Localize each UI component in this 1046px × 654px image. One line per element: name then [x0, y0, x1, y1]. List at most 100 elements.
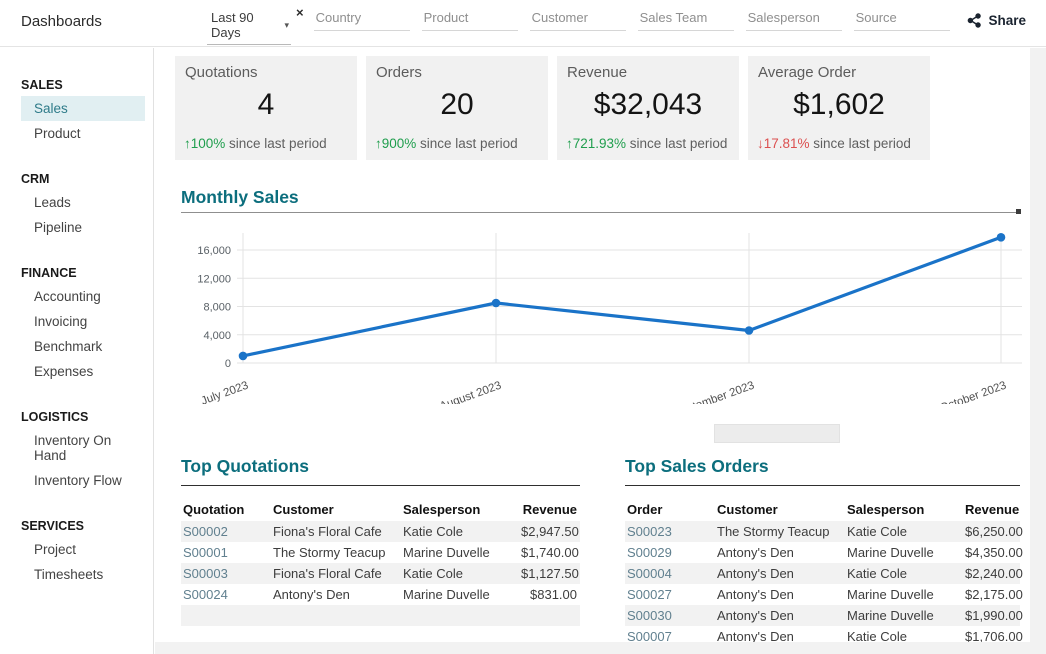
order-link[interactable]: S00027 [627, 584, 717, 605]
sidebar: SALESSalesProductCRMLeadsPipelineFINANCE… [0, 48, 154, 654]
column-header-customer: Customer [273, 499, 403, 521]
customer-cell: Antony's Den [717, 605, 847, 626]
kpi-card-revenue: Revenue$32,043↑721.93% since last period [557, 56, 739, 160]
kpi-delta: ↓17.81% since last period [757, 136, 911, 151]
kpi-delta: ↑900% since last period [375, 136, 518, 151]
kpi-card-quotations: Quotations4↑100% since last period [175, 56, 357, 160]
filters-bar: Last 90 Days ▾ × [207, 9, 962, 45]
salesperson-cell: Katie Cole [403, 563, 521, 584]
topbar: Dashboards Last 90 Days ▾ × Share [0, 0, 1046, 47]
filter-input-customer[interactable] [530, 9, 626, 31]
table-section-orders: Top Sales Orders OrderCustomerSalesperso… [625, 456, 1020, 647]
horizontal-scrollbar[interactable] [155, 642, 1030, 654]
customer-cell: The Stormy Teacup [273, 542, 403, 563]
order-link[interactable]: S00004 [627, 563, 717, 584]
order-link[interactable]: S00029 [627, 542, 717, 563]
chart-resize-handle[interactable] [1016, 209, 1021, 214]
filter-input-product[interactable] [422, 9, 518, 31]
table-row: S00023The Stormy TeacupKatie Cole$6,250.… [625, 521, 1020, 542]
table-header-row: QuotationCustomerSalespersonRevenue [181, 499, 580, 521]
table-row: S00027Antony's DenMarine Duvelle$2,175.0… [625, 584, 1020, 605]
chart-title-rule [181, 212, 1021, 213]
quotation-link[interactable]: S00001 [183, 542, 273, 563]
revenue-cell: $831.00 [521, 584, 580, 605]
sidebar-item-invoicing[interactable]: Invoicing [21, 309, 145, 334]
period-filter[interactable]: Last 90 Days ▾ [207, 9, 291, 45]
salesperson-cell: Marine Duvelle [403, 542, 521, 563]
sales-orders-table: OrderCustomerSalespersonRevenueS00023The… [625, 499, 1020, 647]
filter-input-sales-team[interactable] [638, 9, 734, 31]
chart-title: Monthly Sales [181, 187, 299, 208]
order-link[interactable]: S00023 [627, 521, 717, 542]
table-title-rule [181, 485, 580, 486]
revenue-cell: $1,740.00 [521, 542, 582, 563]
period-filter-value: Last 90 Days [211, 10, 280, 40]
vertical-scrollbar[interactable] [1030, 48, 1046, 654]
svg-text:4,000: 4,000 [203, 330, 231, 342]
sidebar-item-accounting[interactable]: Accounting [21, 284, 145, 309]
customer-cell: Antony's Den [717, 563, 847, 584]
sidebar-item-inventory-on-hand[interactable]: Inventory On Hand [21, 428, 145, 468]
table-row: S00024Antony's DenMarine Duvelle$831.00 [181, 584, 580, 605]
kpi-card-orders: Orders20↑900% since last period [366, 56, 548, 160]
salesperson-cell: Katie Cole [403, 521, 521, 542]
salesperson-cell: Katie Cole [847, 521, 965, 542]
kpi-delta: ↑721.93% since last period [566, 136, 727, 151]
column-header-customer: Customer [717, 499, 847, 521]
table-title: Top Sales Orders [625, 456, 1020, 477]
order-link[interactable]: S00030 [627, 605, 717, 626]
kpi-label: Orders [376, 64, 422, 81]
column-header-revenue: Revenue [965, 499, 1022, 521]
filter-input-country[interactable] [314, 9, 410, 31]
table-title: Top Quotations [181, 456, 580, 477]
svg-text:September 2023: September 2023 [672, 380, 756, 404]
sidebar-section-logistics: LOGISTICS Inventory On HandInventory Flow [0, 410, 153, 493]
sidebar-item-sales[interactable]: Sales [21, 96, 145, 121]
revenue-cell: $1,127.50 [521, 563, 582, 584]
kpi-delta: ↑100% since last period [184, 136, 327, 151]
quotation-link[interactable]: S00003 [183, 563, 273, 584]
sidebar-section-crm: CRMLeadsPipeline [0, 172, 153, 240]
svg-text:8,000: 8,000 [203, 302, 231, 314]
salesperson-cell: Marine Duvelle [847, 542, 965, 563]
sidebar-item-project[interactable]: Project [21, 537, 145, 562]
kpi-value: $1,602 [748, 88, 930, 122]
column-header-salesperson: Salesperson [403, 499, 521, 521]
trend-up-icon: ↑721.93% [566, 136, 626, 151]
quotation-link[interactable]: S00024 [183, 584, 273, 605]
column-header-order: Order [627, 499, 717, 521]
customer-cell: The Stormy Teacup [717, 521, 847, 542]
filter-input-source[interactable] [854, 9, 950, 31]
sidebar-item-product[interactable]: Product [21, 121, 145, 146]
salesperson-cell: Marine Duvelle [403, 584, 521, 605]
sidebar-section-header-logistics: LOGISTICS [21, 410, 153, 424]
share-button[interactable]: Share [967, 13, 1026, 28]
kpi-card-average-order: Average Order$1,602↓17.81% since last pe… [748, 56, 930, 160]
table-row: S00002Fiona's Floral CafeKatie Cole$2,94… [181, 521, 580, 542]
quotations-table: QuotationCustomerSalespersonRevenueS0000… [181, 499, 580, 626]
revenue-cell: $4,350.00 [965, 542, 1026, 563]
table-title-rule [625, 485, 1020, 486]
trend-up-icon: ↑100% [184, 136, 225, 151]
customer-cell: Antony's Den [717, 542, 847, 563]
customer-cell: Antony's Den [717, 584, 847, 605]
sidebar-item-pipeline[interactable]: Pipeline [21, 215, 145, 240]
table-row: S00004Antony's DenKatie Cole$2,240.00 [625, 563, 1020, 584]
sidebar-item-timesheets[interactable]: Timesheets [21, 562, 145, 587]
sidebar-item-expenses[interactable]: Expenses [21, 359, 145, 384]
sidebar-item-leads[interactable]: Leads [21, 190, 145, 215]
clear-filter-icon[interactable]: × [296, 6, 304, 19]
filter-input-salesperson[interactable] [746, 9, 842, 31]
sidebar-item-benchmark[interactable]: Benchmark [21, 334, 145, 359]
filter-inputs [314, 9, 962, 31]
svg-text:0: 0 [225, 358, 231, 370]
sidebar-item-inventory-flow[interactable]: Inventory Flow [21, 468, 145, 493]
main-content: Quotations4↑100% since last periodOrders… [155, 48, 1030, 642]
salesperson-cell: Marine Duvelle [847, 584, 965, 605]
quotation-link[interactable]: S00002 [183, 521, 273, 542]
chart-scrollbar[interactable] [714, 424, 840, 443]
trend-down-icon: ↓17.81% [757, 136, 810, 151]
revenue-cell: $1,990.00 [965, 605, 1026, 626]
svg-text:12,000: 12,000 [197, 273, 231, 285]
salesperson-cell: Katie Cole [847, 563, 965, 584]
